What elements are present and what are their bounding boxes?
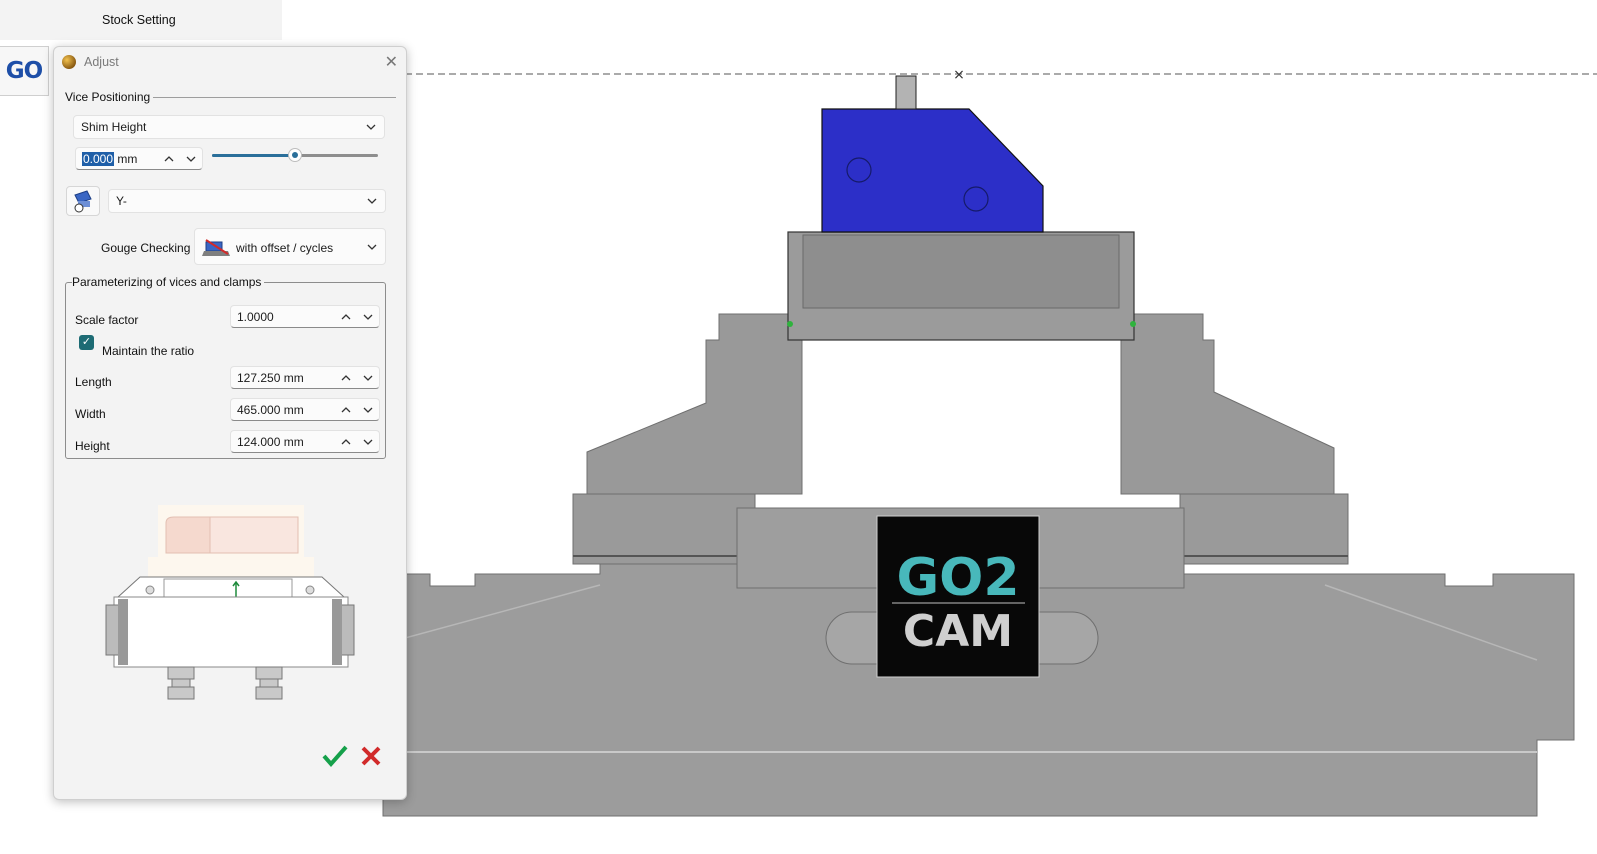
chevron-up-icon[interactable] bbox=[164, 155, 174, 162]
gouge-checking-label: Gouge Checking bbox=[101, 241, 191, 255]
direction-value: Y- bbox=[116, 194, 127, 208]
chevron-up-icon[interactable] bbox=[341, 374, 351, 381]
height-value: 124.000 mm bbox=[237, 434, 304, 449]
vice-hand-icon bbox=[74, 190, 92, 213]
chevron-down-icon bbox=[367, 198, 377, 204]
scale-factor-label: Scale factor bbox=[75, 313, 139, 327]
dialog-title: Adjust bbox=[84, 55, 119, 69]
slider-fill bbox=[212, 154, 295, 157]
chevron-down-icon[interactable] bbox=[363, 439, 373, 445]
height-input[interactable]: 124.000 mm bbox=[230, 430, 380, 453]
part-pin bbox=[895, 75, 917, 110]
positioning-mode-value: Shim Height bbox=[81, 120, 147, 134]
chevron-down-icon bbox=[367, 244, 377, 250]
close-icon[interactable]: ✕ bbox=[385, 52, 398, 72]
gouge-checking-select[interactable]: with offset / cycles bbox=[194, 228, 386, 265]
positioning-mode-select[interactable]: Shim Height bbox=[73, 115, 385, 139]
chevron-down-icon[interactable] bbox=[363, 407, 373, 413]
length-input[interactable]: 127.250 mm bbox=[230, 366, 380, 389]
scale-factor-input[interactable]: 1.0000 bbox=[230, 305, 380, 328]
vice-positioning-label: Vice Positioning bbox=[65, 90, 154, 104]
app-icon bbox=[62, 55, 76, 69]
slider-thumb[interactable] bbox=[288, 148, 302, 162]
shim-height-value: 0.000 bbox=[82, 151, 115, 166]
width-label: Width bbox=[75, 407, 106, 421]
stock-setting-header: Stock Setting bbox=[0, 0, 282, 40]
scale-factor-value: 1.0000 bbox=[237, 309, 274, 324]
dialog-titlebar: Adjust ✕ bbox=[54, 47, 406, 77]
logo-line2: CAM bbox=[903, 606, 1013, 657]
chevron-down-icon bbox=[366, 124, 376, 130]
height-label: Height bbox=[75, 439, 110, 453]
length-label: Length bbox=[75, 375, 112, 389]
left-jaw bbox=[586, 313, 803, 495]
vice-middle-right bbox=[1179, 493, 1349, 565]
chevron-up-icon[interactable] bbox=[341, 313, 351, 320]
chevron-down-icon[interactable] bbox=[186, 156, 196, 162]
shim-height-input[interactable]: 0.000 mm bbox=[75, 147, 203, 170]
gouge-checking-value: with offset / cycles bbox=[236, 241, 334, 255]
chevron-up-icon[interactable] bbox=[341, 438, 351, 445]
right-jaw bbox=[1120, 313, 1335, 495]
stock-part bbox=[821, 108, 1044, 233]
width-input[interactable]: 465.000 mm bbox=[230, 398, 380, 421]
vice-preview-image bbox=[105, 505, 355, 700]
logo-line1: GO2 bbox=[896, 548, 1019, 608]
width-value: 465.000 mm bbox=[237, 402, 304, 417]
vice-middle-left bbox=[572, 493, 756, 565]
vice-positioning-divider bbox=[150, 97, 396, 98]
vice-pick-button[interactable] bbox=[66, 186, 100, 216]
maintain-ratio-label: Maintain the ratio bbox=[102, 344, 195, 358]
chevron-down-icon[interactable] bbox=[363, 375, 373, 381]
shim-inner bbox=[802, 234, 1120, 309]
contact-point-right bbox=[1130, 321, 1136, 327]
shim-height-slider[interactable] bbox=[212, 148, 378, 162]
length-value: 127.250 mm bbox=[237, 370, 304, 385]
contact-point-left bbox=[787, 321, 793, 327]
cross-icon[interactable] bbox=[360, 745, 382, 767]
checkmark-icon[interactable] bbox=[322, 744, 348, 768]
maintain-ratio-checkbox[interactable]: ✓ bbox=[79, 335, 94, 350]
parameterizing-label: Parameterizing of vices and clamps bbox=[72, 275, 265, 289]
stock-setting-title: Stock Setting bbox=[102, 13, 176, 27]
chevron-down-icon[interactable] bbox=[363, 314, 373, 320]
origin-cross-icon: × bbox=[953, 67, 965, 83]
chevron-up-icon[interactable] bbox=[341, 406, 351, 413]
shim-height-unit: mm bbox=[117, 151, 138, 166]
gouge-check-icon bbox=[202, 239, 230, 256]
direction-select[interactable]: Y- bbox=[108, 189, 386, 213]
go2cam-tab-button[interactable]: GO bbox=[0, 46, 49, 96]
